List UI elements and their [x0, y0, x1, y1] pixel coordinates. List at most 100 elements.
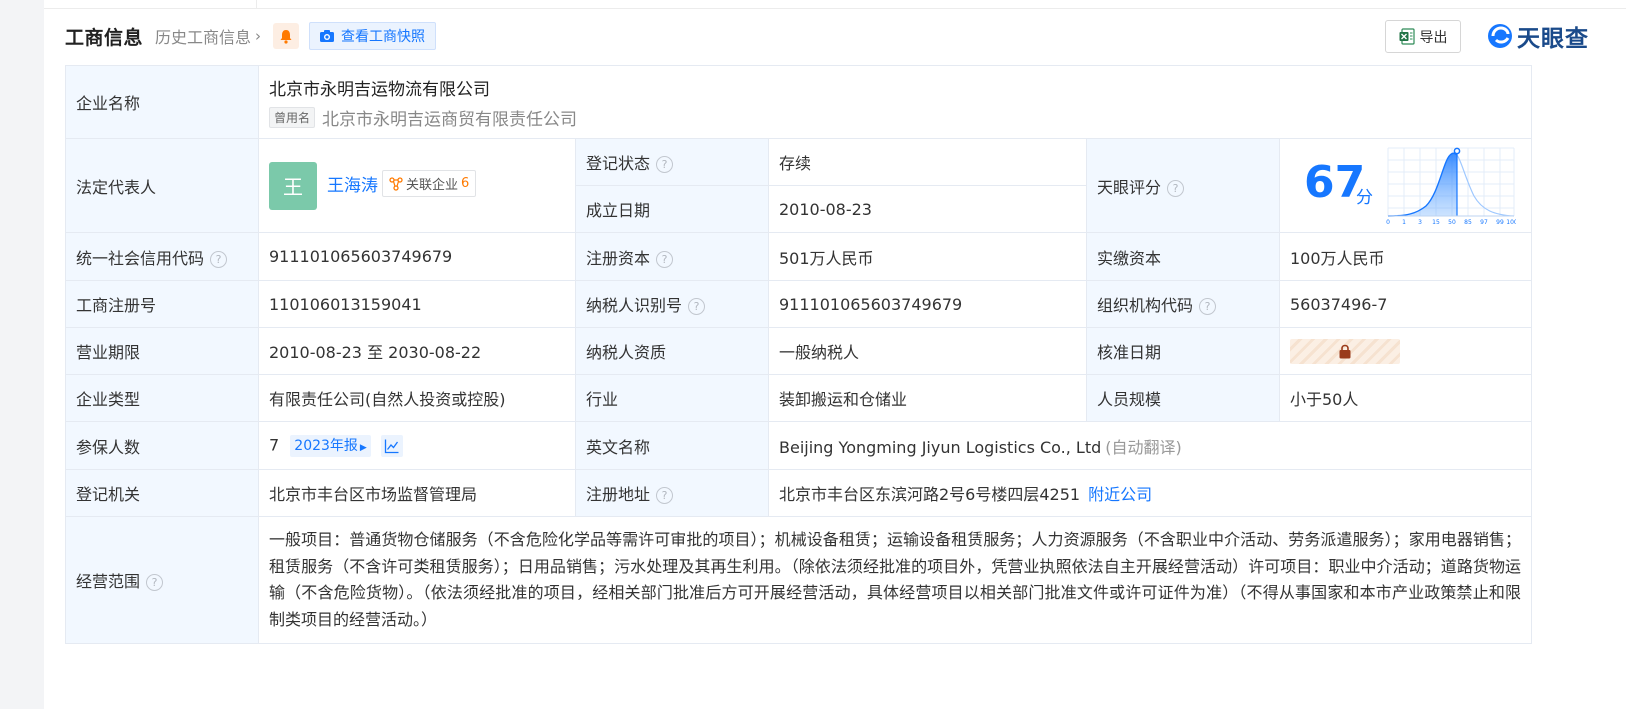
help-icon[interactable]: ?: [656, 487, 674, 504]
score-cell[interactable]: 67 分 0 1 3 15 50 85 97 99 100: [1278, 138, 1533, 233]
view-snapshot-button[interactable]: 查看工商快照: [309, 22, 437, 50]
help-icon[interactable]: ?: [210, 250, 228, 268]
insured-cell: 7 2023年报 ▶: [258, 421, 576, 470]
table-row: 工商注册号 110106013159041 纳税人识别号? 9111010656…: [65, 280, 1533, 328]
related-companies-tag[interactable]: 关联企业 6: [382, 170, 477, 197]
reg-authority-label: 登记机关: [65, 469, 259, 517]
history-business-info-link[interactable]: 历史工商信息 ›: [155, 24, 261, 48]
paid-capital-value: 100万人民币: [1278, 232, 1533, 281]
legal-rep-name-link[interactable]: 王海涛: [327, 171, 378, 196]
score-axis-tick: 97: [1480, 219, 1488, 226]
taxpayer-id-label: 纳税人识别号?: [575, 280, 769, 328]
monitor-bell-button[interactable]: [273, 23, 300, 49]
help-icon[interactable]: ?: [656, 156, 674, 173]
help-icon[interactable]: ?: [146, 574, 164, 591]
company-name: 北京市永明吉运物流有限公司: [269, 79, 490, 100]
annual-report-year: 2023年报: [294, 437, 358, 454]
related-network-icon: [389, 176, 403, 191]
score-axis-tick: 99: [1496, 219, 1504, 226]
logo-text: 天眼查: [1517, 26, 1589, 52]
legal-rep-cell: 王 王海涛 关联企业 6: [258, 138, 576, 233]
reg-status-label: 登记状态?: [575, 138, 769, 186]
reg-address-label: 注册地址?: [575, 469, 769, 517]
company-type-label: 企业类型: [65, 374, 259, 422]
reg-authority-value: 北京市丰台区市场监督管理局: [258, 469, 576, 517]
table-row: 经营范围? 一般项目：普通货物仓储服务（不含危险化学品等需许可审批的项目）；机械…: [65, 516, 1533, 644]
score-axis-tick: 3: [1418, 219, 1422, 226]
insured-label: 参保人数: [65, 421, 259, 470]
business-info-table: 企业名称 北京市永明吉运物流有限公司 曾用名 北京市永明吉运商贸有限责任公司 法…: [65, 65, 1533, 644]
org-code-label: 组织机构代码?: [1086, 280, 1280, 328]
approval-date-label: 核准日期: [1086, 327, 1280, 375]
taxpayer-qual-value: 一般纳税人: [768, 327, 1087, 375]
reg-capital-value: 501万人民币: [768, 232, 1087, 281]
english-name-label: 英文名称: [575, 421, 769, 470]
vip-locked-value[interactable]: [1290, 338, 1400, 364]
export-label: 导出: [1419, 29, 1448, 46]
score-axis-tick: 15: [1432, 219, 1440, 226]
reg-status-label-text: 登记状态: [586, 154, 651, 173]
annual-report-year-dropdown[interactable]: 2023年报 ▶: [290, 434, 371, 457]
org-code-label-text: 组织机构代码: [1097, 296, 1194, 315]
scope-label: 经营范围?: [65, 516, 259, 644]
tianyancha-logo: 天眼查: [1487, 21, 1589, 52]
biz-term-value: 2010-08-23 至 2030-08-22: [258, 327, 576, 375]
score-label-text: 天眼评分: [1097, 177, 1162, 197]
org-code-value: 56037496-7: [1278, 280, 1533, 328]
excel-icon: [1399, 28, 1415, 45]
avatar[interactable]: 王: [269, 161, 317, 210]
top-tab-strip: [44, 0, 1626, 9]
tianyancha-logo-icon: [1488, 24, 1512, 48]
export-button[interactable]: 导出: [1385, 20, 1461, 53]
score-axis-tick: 1: [1402, 219, 1406, 226]
reg-address-value: 北京市丰台区东滨河路2号6号楼四层4251: [779, 485, 1081, 504]
credit-code-value: 911101065603749679: [258, 232, 576, 281]
table-row: 登记机关 北京市丰台区市场监督管理局 注册地址? 北京市丰台区东滨河路2号6号楼…: [65, 469, 1533, 517]
founded-label: 成立日期: [575, 185, 769, 233]
score-unit: 分: [1356, 188, 1373, 208]
industry-label: 行业: [575, 374, 769, 422]
auto-translate-note: (自动翻译): [1105, 437, 1182, 457]
scope-value: 一般项目：普通货物仓储服务（不含危险化学品等需许可审批的项目）；机械设备租赁；运…: [257, 516, 1533, 644]
credit-code-label-text: 统一社会信用代码: [76, 248, 205, 268]
reg-no-value: 110106013159041: [258, 280, 576, 328]
industry-value: 装卸搬运和仓储业: [768, 374, 1087, 422]
score-distribution-chart: 0 1 3 15 50 85 97 99 100: [1386, 147, 1516, 226]
founded-value: 2010-08-23: [768, 185, 1087, 233]
nearby-companies-link[interactable]: 附近公司: [1088, 485, 1152, 504]
former-name-row: 曾用名 北京市永明吉运商贸有限责任公司: [269, 105, 1521, 130]
help-icon[interactable]: ?: [656, 250, 674, 268]
english-name-cell: Beijing Yongming Jiyun Logistics Co., Lt…: [767, 421, 1533, 470]
help-icon[interactable]: ?: [1167, 179, 1185, 197]
reg-no-label: 工商注册号: [65, 280, 259, 328]
bell-icon: [280, 29, 292, 44]
company-name-cell: 北京市永明吉运物流有限公司 曾用名 北京市永明吉运商贸有限责任公司: [257, 65, 1533, 139]
caret-right-icon: ▶: [359, 442, 367, 453]
table-row: 营业期限 2010-08-23 至 2030-08-22 纳税人资质 一般纳税人…: [65, 327, 1533, 375]
staff-size-label: 人员规模: [1086, 374, 1280, 422]
staff-size-value: 小于50人: [1278, 374, 1533, 422]
business-info-panel: 工商信息 历史工商信息 › 查看工商快照 导出 天眼查 企业名称 北京市永明吉运…: [44, 0, 1626, 709]
insured-value: 7: [269, 435, 280, 454]
camera-icon: [320, 30, 335, 42]
legal-rep-label: 法定代表人: [65, 138, 259, 233]
score-axis-tick: 100: [1506, 219, 1516, 226]
former-name-tag: 曾用名: [269, 106, 316, 128]
table-row: 法定代表人 王 王海涛 关联企业 6 登记状态 ? 存续 天眼评分 ? 67 分…: [65, 138, 1533, 233]
reg-capital-label-text: 注册资本: [586, 248, 651, 268]
table-row: 企业名称 北京市永明吉运物流有限公司 曾用名 北京市永明吉运商贸有限责任公司: [65, 65, 1533, 139]
help-icon[interactable]: ?: [688, 298, 706, 315]
help-icon[interactable]: ?: [1199, 298, 1217, 315]
line-chart-icon: [384, 439, 399, 453]
former-name: 北京市永明吉运商贸有限责任公司: [322, 109, 578, 130]
trend-chart-button[interactable]: [380, 434, 403, 457]
section-header: 工商信息 历史工商信息 › 查看工商快照: [65, 20, 437, 52]
reg-address-label-text: 注册地址: [586, 485, 651, 504]
history-label: 历史工商信息: [155, 28, 252, 47]
related-label: 关联企业: [406, 178, 459, 193]
paid-capital-label: 实缴资本: [1086, 232, 1280, 281]
table-row: 统一社会信用代码? 911101065603749679 注册资本? 501万人…: [65, 232, 1533, 281]
credit-code-label: 统一社会信用代码?: [65, 232, 259, 281]
english-name-value: Beijing Yongming Jiyun Logistics Co., Lt…: [779, 437, 1102, 457]
biz-term-label: 营业期限: [65, 327, 259, 375]
